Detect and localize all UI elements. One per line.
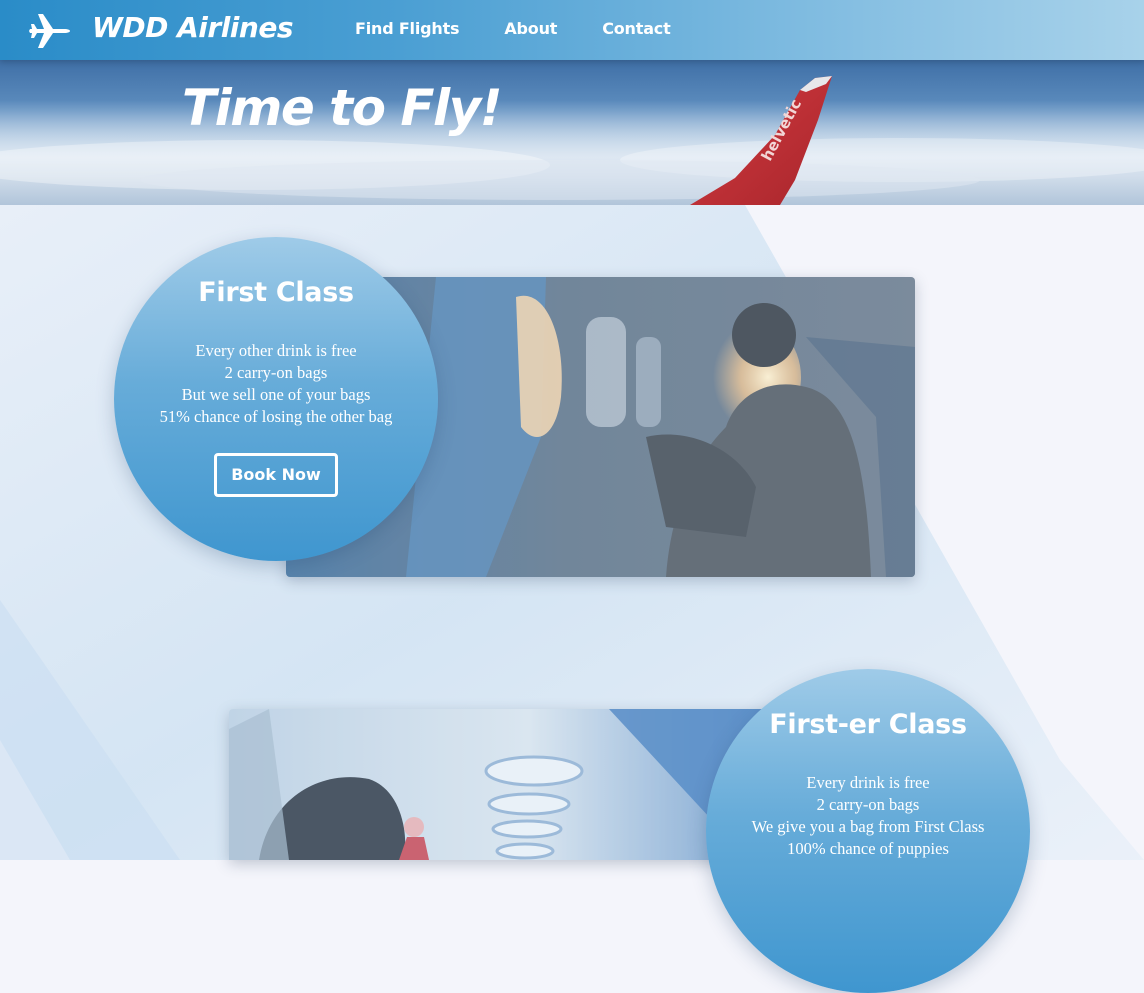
main-nav: Find Flights About Contact [355,19,716,38]
site-header: WDD Airlines Find Flights About Contact [0,0,1144,60]
book-now-button[interactable]: Book Now [214,453,338,497]
brand-name[interactable]: WDD Airlines [92,10,293,46]
airplane-icon[interactable] [28,10,72,50]
card-title: First-er Class [769,709,967,740]
feature-item: But we sell one of your bags [181,385,371,404]
feature-item: 2 carry-on bags [816,795,920,814]
first-er-class-card: First-er Class Every drink is free 2 car… [706,669,1030,993]
feature-item: 51% chance of losing the other bag [159,407,393,426]
hero-title: Time to Fly! [182,79,503,137]
nav-contact[interactable]: Contact [602,19,671,38]
feature-item: Every drink is free [806,773,930,792]
first-class-card: First Class Every other drink is free 2 … [114,237,438,561]
feature-item: 2 carry-on bags [224,363,328,382]
hero-sky-image: helvetic [0,76,1144,205]
nav-about[interactable]: About [504,19,557,38]
feature-item: We give you a bag from First Class [751,817,985,836]
feature-item: Every other drink is free [195,341,357,360]
nav-find-flights[interactable]: Find Flights [355,19,460,38]
card-title: First Class [198,277,354,308]
feature-item: 100% chance of puppies [787,839,949,858]
feature-list: Every drink is free 2 carry-on bags We g… [706,772,1030,860]
feature-list: Every other drink is free 2 carry-on bag… [114,340,438,428]
hero-banner: helvetic Time to Fly! [0,60,1144,205]
